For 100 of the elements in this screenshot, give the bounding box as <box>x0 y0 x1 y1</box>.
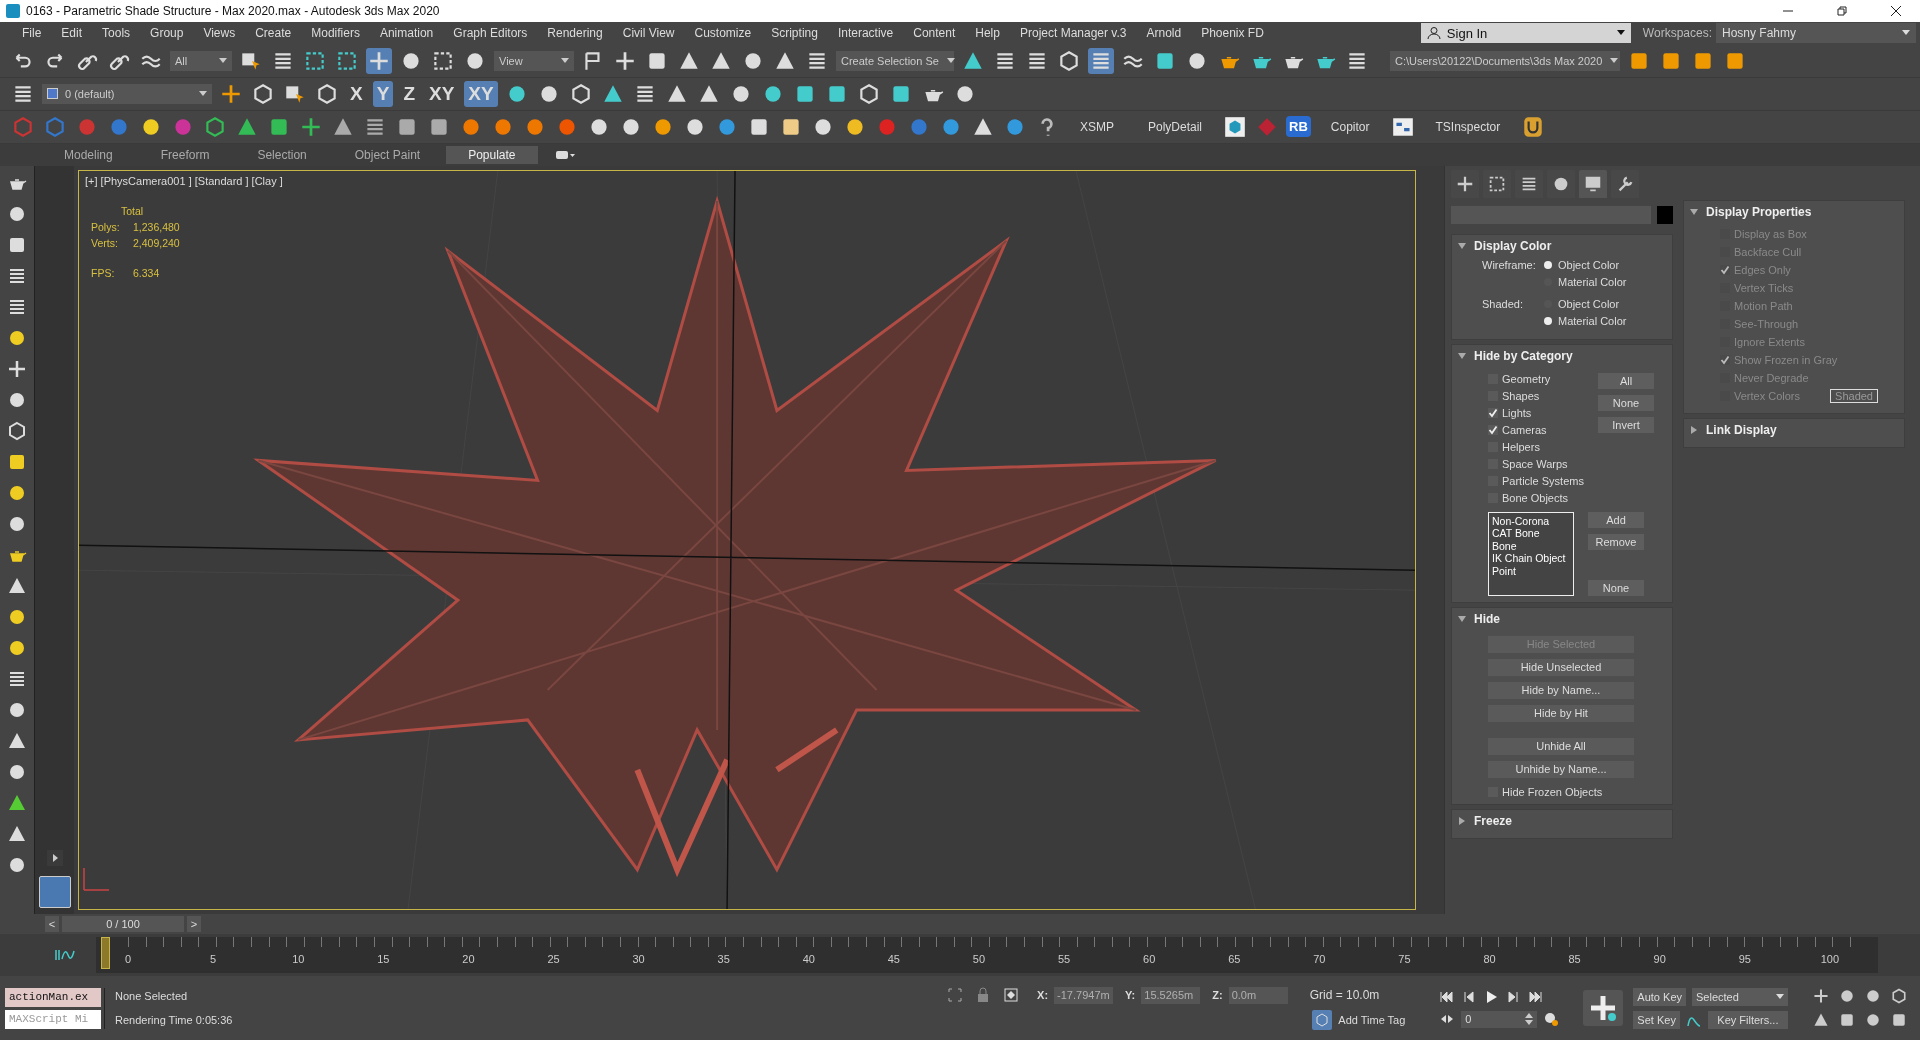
ribbon-toggle-icon[interactable] <box>1088 47 1114 74</box>
ribbon-tab[interactable]: Freeform <box>138 145 232 164</box>
named-selection-dropdown[interactable]: Create Selection Se <box>836 50 954 71</box>
hide-button[interactable]: Hide by Hit <box>1488 704 1634 722</box>
menu-item[interactable]: Content <box>903 26 966 41</box>
coordinate-system-dropdown[interactable]: View <box>494 50 574 71</box>
menu-item[interactable]: Group <box>140 26 194 41</box>
menu-item[interactable]: Modifiers <box>301 26 370 41</box>
menu-item[interactable]: Interactive <box>827 26 904 41</box>
command-panel-tab[interactable] <box>1547 169 1575 198</box>
menu-item[interactable]: Scripting <box>761 26 828 41</box>
color-swatch[interactable] <box>1657 205 1673 224</box>
frame-counter[interactable]: 0 / 100 <box>62 916 184 933</box>
radio-button[interactable]: Material Color <box>1544 314 1627 327</box>
rollout-header[interactable]: Hide by Category <box>1452 344 1672 367</box>
set-key-icon[interactable] <box>1583 990 1624 1027</box>
plugin-button[interactable]: TSInspector <box>1421 119 1515 134</box>
restore-icon[interactable] <box>1836 4 1848 17</box>
category-checkbox[interactable]: Lights <box>1488 406 1588 419</box>
timeline-track[interactable]: 0 5 10 15 20 25 30 35 40 45 50 55 60 65 70 75 80 85 90 95 100 <box>96 937 1878 974</box>
list-item[interactable]: IK Chain Object <box>1492 552 1570 565</box>
sign-in-dropdown[interactable]: Sign In <box>1420 23 1631 44</box>
radio-button[interactable]: Material Color <box>1544 275 1627 288</box>
rollout-header[interactable]: Hide <box>1452 607 1672 630</box>
ribbon-tab[interactable]: Modeling <box>42 145 135 164</box>
hide-button[interactable]: Hide by Name... <box>1488 681 1634 699</box>
coordinate-field[interactable]: 0.0m <box>1228 986 1288 1004</box>
spinner-arrows-icon[interactable] <box>1525 1013 1534 1026</box>
previous-frame-button[interactable]: < <box>45 916 59 933</box>
time-cursor[interactable] <box>101 937 111 970</box>
workspace-dropdown[interactable]: Hosny Fahmy <box>1716 23 1916 44</box>
coordinate-field[interactable]: -17.7947m <box>1054 986 1114 1004</box>
plugin-button[interactable]: XSMP <box>1066 119 1128 134</box>
menu-item[interactable]: Rendering <box>537 26 613 41</box>
plugin-button[interactable]: Copitor <box>1316 119 1384 134</box>
radio-button[interactable]: Object Color <box>1544 258 1627 271</box>
list-item[interactable]: CAT Bone <box>1492 527 1570 540</box>
plugin-button[interactable]: PolyDetail <box>1134 119 1217 134</box>
list-button[interactable]: None <box>1588 579 1644 596</box>
menu-item[interactable]: File <box>12 26 52 41</box>
menu-item[interactable]: Views <box>193 26 246 41</box>
category-checkbox[interactable]: Space Warps <box>1488 457 1588 470</box>
axis-constraint-button[interactable]: Z <box>399 80 419 107</box>
command-panel-tab[interactable] <box>1579 169 1607 198</box>
axis-constraint-button[interactable]: XY <box>425 80 459 107</box>
add-time-tag-button[interactable]: Add Time Tag <box>1312 1009 1406 1030</box>
cube-icon[interactable] <box>1890 987 1908 1006</box>
viewport-label[interactable]: [+] [PhysCamera001 ] [Standard ] [Clay ] <box>85 174 283 187</box>
unhide-button[interactable]: Unhide All <box>1488 737 1634 755</box>
rollout-header[interactable]: Display Color <box>1452 234 1672 257</box>
list-item[interactable]: Non-Corona <box>1492 514 1570 528</box>
key-mode-dropdown[interactable]: Selected <box>1692 987 1788 1006</box>
command-panel-tab[interactable] <box>1515 169 1543 198</box>
category-checkbox[interactable]: Cameras <box>1488 423 1588 436</box>
close-icon[interactable] <box>1890 4 1902 17</box>
list-item[interactable]: Bone <box>1492 539 1570 553</box>
list-button[interactable]: Add <box>1588 511 1644 528</box>
move-icon[interactable] <box>366 47 392 74</box>
hide-button[interactable]: Hide Unselected <box>1488 658 1634 676</box>
viewport[interactable]: [+] [PhysCamera001 ] [Standard ] [Clay ] Total Polys: 1,236,480 Verts: 2,409,240 FPS: 6.334 <box>78 169 1416 911</box>
menu-item[interactable]: Help <box>965 26 1010 41</box>
category-list[interactable]: Non-Corona CAT Bone Bone IK Chain Object Point <box>1488 511 1574 596</box>
listener-output[interactable]: actionMan.ex <box>5 987 101 1007</box>
transform-mode-icon[interactable] <box>1003 987 1020 1004</box>
category-checkbox[interactable]: Shapes <box>1488 389 1588 402</box>
ribbon-tab[interactable]: Populate <box>446 145 538 164</box>
category-button[interactable]: Invert <box>1598 416 1654 433</box>
rollout-header[interactable]: Display Properties <box>1684 200 1904 223</box>
menu-item[interactable]: Edit <box>51 26 93 41</box>
time-configuration-icon[interactable] <box>1543 1011 1560 1028</box>
next-frame-button[interactable]: > <box>187 916 201 933</box>
category-button[interactable]: All <box>1598 372 1654 389</box>
list-item[interactable]: Point <box>1492 564 1570 578</box>
menu-item[interactable]: Animation <box>369 26 444 41</box>
menu-item[interactable]: Tools <box>92 26 141 41</box>
menu-item[interactable]: Create <box>245 26 302 41</box>
category-checkbox[interactable]: Particle Systems <box>1488 474 1588 487</box>
category-checkbox[interactable]: Geometry <box>1488 372 1588 385</box>
hide-frozen-checkbox[interactable]: Hide Frozen Objects <box>1488 785 1672 798</box>
radio-button[interactable]: Object Color <box>1544 297 1627 310</box>
selection-filter-dropdown[interactable]: All <box>170 50 232 71</box>
viewport-layout-button[interactable] <box>38 876 71 909</box>
ribbon-options-icon[interactable] <box>555 148 576 161</box>
menu-item[interactable]: Graph Editors <box>443 26 538 41</box>
list-button[interactable]: Remove <box>1588 533 1644 550</box>
unhide-button[interactable]: Unhide by Name... <box>1488 760 1634 778</box>
coordinate-field[interactable]: 15.5265m <box>1141 986 1201 1004</box>
category-checkbox[interactable]: Bone Objects <box>1488 491 1588 504</box>
category-button[interactable]: None <box>1598 394 1654 411</box>
axis-constraint-button[interactable]: X <box>346 80 367 107</box>
menu-item[interactable]: Civil View <box>612 26 685 41</box>
current-frame-field[interactable]: 0 <box>1461 1010 1538 1028</box>
command-panel-tab[interactable] <box>1483 169 1511 198</box>
command-panel-tab[interactable] <box>1451 169 1479 198</box>
ribbon-tab[interactable]: Selection <box>235 145 329 164</box>
pan-icon[interactable] <box>1812 987 1830 1006</box>
menu-item[interactable]: Customize <box>684 26 762 41</box>
ribbon-tab[interactable]: Object Paint <box>332 145 443 164</box>
layer-dropdown[interactable]: 0 (default) <box>42 83 212 104</box>
menu-item[interactable]: Phoenix FD <box>1191 26 1274 41</box>
